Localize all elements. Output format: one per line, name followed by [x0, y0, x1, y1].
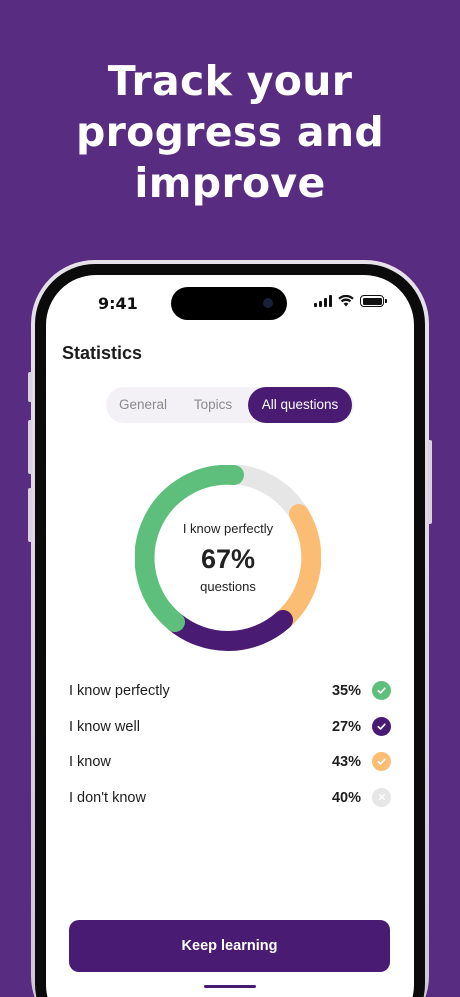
phone-power-button: [428, 440, 432, 524]
legend-value: 40%: [331, 789, 361, 806]
donut-center-label: I know perfectly: [182, 521, 274, 536]
tab-topics[interactable]: Topics: [180, 387, 246, 423]
status-time: 9:41: [98, 294, 138, 313]
legend-label: I know: [69, 754, 111, 770]
legend-row-i-know-well: I know well 27%: [69, 711, 391, 747]
segmented-control: General Topics All questions: [106, 387, 354, 423]
legend-row-i-dont-know: I don't know 40%: [69, 782, 391, 818]
headline-line-1: Track your: [107, 57, 353, 105]
donut-center-sublabel: questions: [200, 579, 256, 594]
dynamic-island: [171, 287, 287, 320]
check-icon: [372, 681, 391, 700]
page-title: Statistics: [62, 343, 143, 363]
status-icons: [314, 295, 387, 307]
home-indicator: [204, 985, 256, 988]
phone-volume-up-button: [28, 420, 32, 474]
check-icon: [372, 716, 391, 736]
keep-learning-button[interactable]: Keep learning: [69, 920, 390, 972]
cellular-signal-icon: [314, 295, 332, 307]
legend-label: I know perfectly: [69, 683, 170, 699]
legend-row-i-know: I know 43%: [69, 746, 391, 782]
legend-label: I don't know: [69, 789, 146, 806]
legend-value: 35%: [331, 683, 361, 699]
stats-legend: I know perfectly 35% I know well 27% I k…: [69, 675, 391, 817]
legend-row-i-know-perfectly: I know perfectly 35%: [69, 675, 391, 711]
donut-center: I know perfectly 67% questions: [135, 465, 321, 651]
x-icon: [372, 787, 391, 807]
legend-value: 43%: [331, 754, 361, 770]
donut-center-value: 67%: [200, 544, 256, 574]
tab-all-questions[interactable]: All questions: [248, 387, 352, 423]
headline-line-2: progress and: [76, 107, 384, 156]
tab-general[interactable]: General: [106, 387, 180, 423]
front-camera-icon: [263, 298, 273, 308]
phone-volume-down-button: [28, 488, 32, 542]
phone-action-button: [28, 372, 32, 402]
legend-value: 27%: [331, 718, 361, 735]
legend-label: I know well: [69, 718, 140, 735]
check-icon: [372, 752, 391, 771]
headline: Track your progress and improve: [0, 56, 460, 208]
wifi-icon: [338, 295, 354, 307]
battery-icon: [360, 295, 387, 307]
headline-line-3: improve: [134, 158, 326, 207]
app-screen: 9:41 Statistics General Topics All quest…: [46, 275, 414, 997]
